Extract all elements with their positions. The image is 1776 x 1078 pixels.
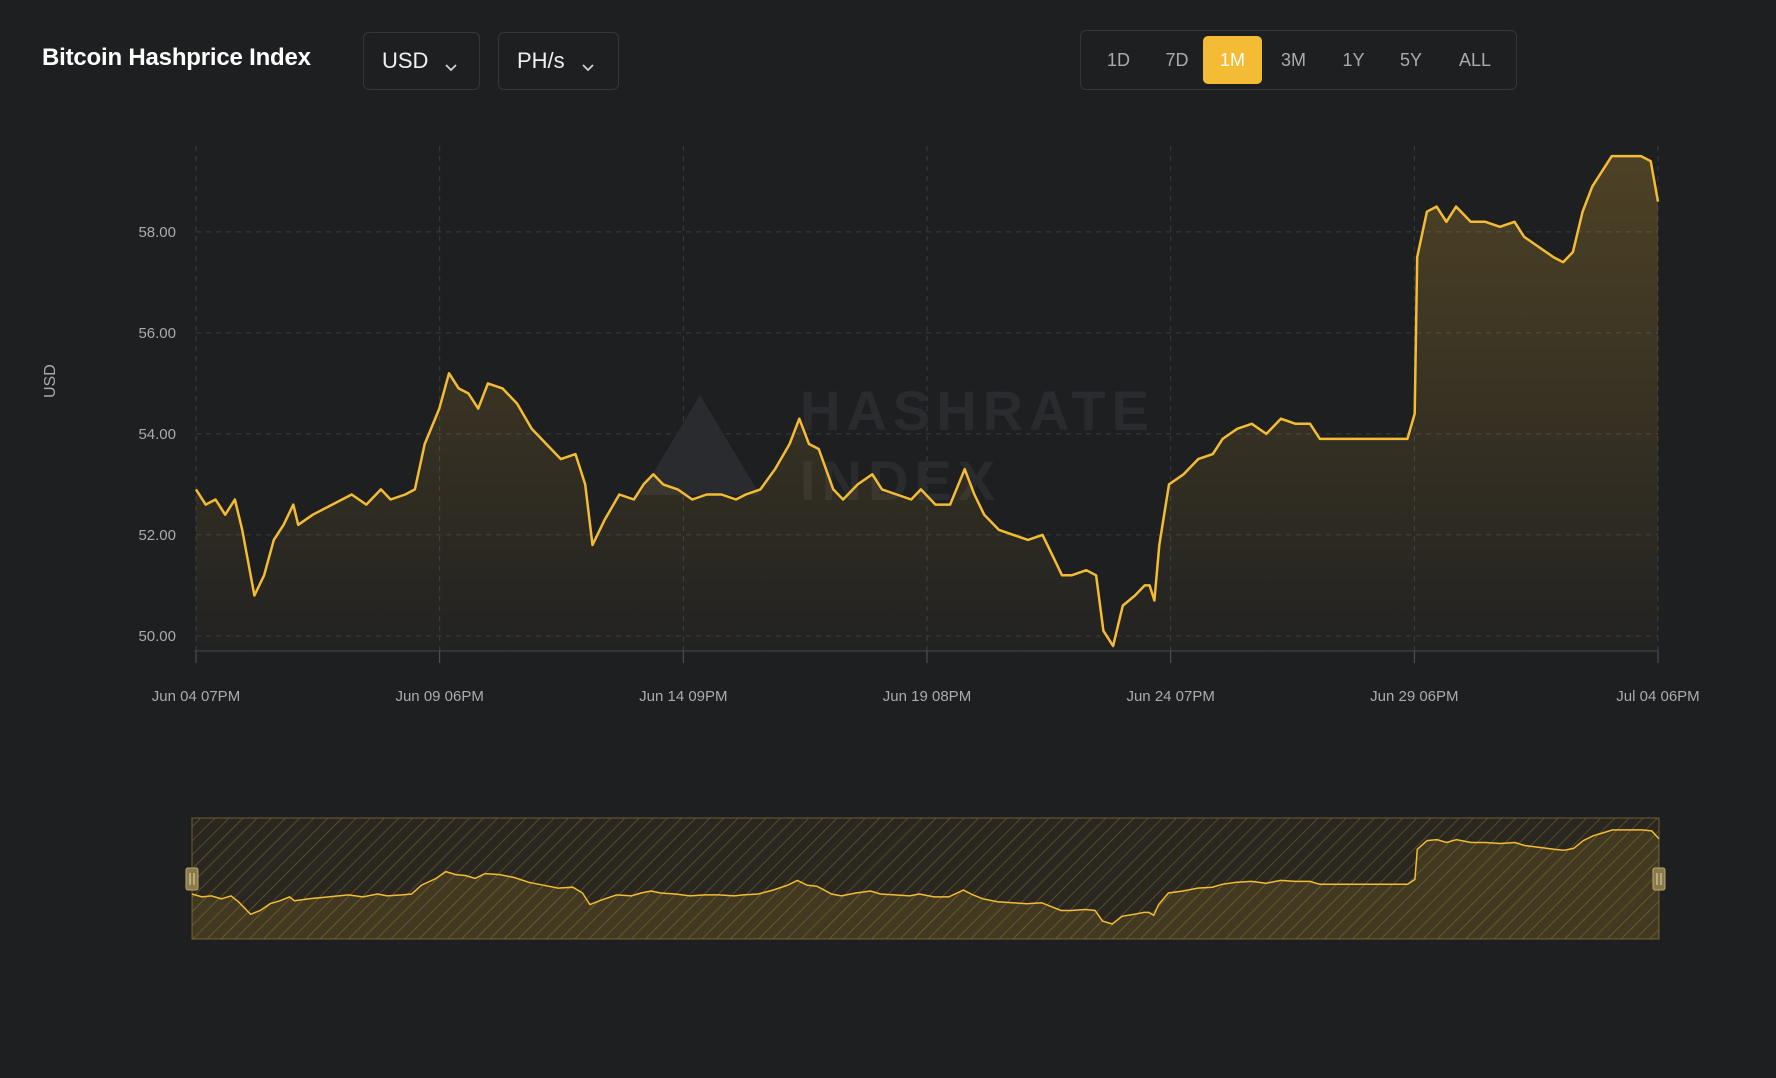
x-tick-label: Jun 14 09PM [639,688,727,705]
x-tick-label: Jul 04 06PM [1616,688,1699,705]
x-tick-label: Jun 29 06PM [1370,688,1458,705]
navigator-handle-left[interactable] [185,867,199,891]
y-tick-label: 52.00 [138,527,176,544]
x-tick-label: Jun 04 07PM [152,688,240,705]
navigator-handle-right[interactable] [1652,867,1666,891]
y-tick-label: 56.00 [138,325,176,342]
y-tick-label: 54.00 [138,426,176,443]
x-tick-label: Jun 19 08PM [883,688,971,705]
x-tick-label: Jun 09 06PM [395,688,483,705]
x-tick-label: Jun 24 07PM [1126,688,1214,705]
watermark: HASHRATE INDEX [640,379,1155,512]
hashprice-chart: HASHRATE INDEX 50.00 52.00 54.00 56.00 58.00… [138,146,1700,940]
drag-handle-icon [185,867,199,891]
range-navigator[interactable] [185,817,1666,940]
watermark-line1: HASHRATE [800,379,1155,442]
y-tick-label: 58.00 [138,224,176,241]
drag-handle-icon [1652,867,1666,891]
y-tick-label: 50.00 [138,628,176,645]
